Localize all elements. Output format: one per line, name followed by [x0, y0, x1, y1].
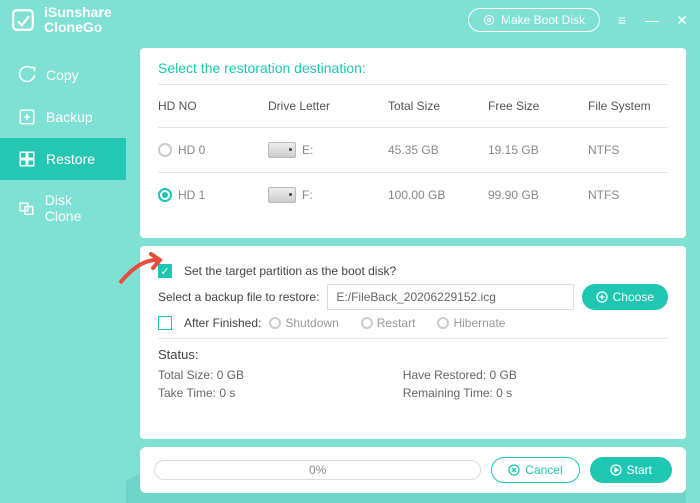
- app-logo: iSunshare CloneGo: [10, 5, 112, 36]
- app-name: iSunshare CloneGo: [44, 5, 112, 36]
- radio-icon[interactable]: [158, 143, 172, 157]
- opt-label: Hibernate: [453, 316, 505, 330]
- restart-option[interactable]: Restart: [361, 316, 416, 330]
- status-restored: Have Restored: 0 GB: [403, 366, 648, 384]
- minimize-button[interactable]: —: [644, 12, 660, 28]
- drive-letter: F:: [302, 188, 313, 202]
- drive-icon: [268, 142, 296, 158]
- after-finished-checkbox[interactable]: [158, 316, 172, 330]
- cancel-label: Cancel: [525, 463, 562, 477]
- shutdown-option[interactable]: Shutdown: [269, 316, 338, 330]
- status-grid: Total Size: 0 GB Have Restored: 0 GB Tak…: [158, 366, 668, 402]
- total-size: 45.35 GB: [388, 143, 488, 157]
- sidebar-item-restore[interactable]: Restore: [0, 138, 126, 180]
- col-drive: Drive Letter: [268, 99, 388, 113]
- titlebar: iSunshare CloneGo Make Boot Disk ≡ — ✕: [0, 0, 700, 40]
- sidebar-item-label: Disk Clone: [45, 192, 108, 224]
- progress-bar: 0%: [154, 460, 481, 480]
- sidebar-item-disk-clone[interactable]: Disk Clone: [0, 180, 126, 236]
- cancel-button[interactable]: Cancel: [491, 457, 579, 483]
- after-finished-label: After Finished:: [184, 316, 261, 330]
- start-label: Start: [627, 463, 652, 477]
- sidebar-item-label: Backup: [46, 109, 93, 125]
- logo-icon: [10, 7, 36, 33]
- select-backup-label: Select a backup file to restore:: [158, 290, 319, 304]
- status-remaining: Remaining Time: 0 s: [403, 384, 648, 402]
- hd-label: HD 1: [178, 188, 205, 202]
- col-fs: File System: [588, 99, 668, 113]
- copy-icon: [18, 66, 36, 84]
- bottom-bar: 0% Cancel Start: [140, 447, 686, 493]
- hd-label: HD 0: [178, 143, 205, 157]
- hibernate-option[interactable]: Hibernate: [437, 316, 505, 330]
- file-system: NTFS: [588, 188, 668, 202]
- drive-letter: E:: [302, 143, 313, 157]
- free-size: 99.90 GB: [488, 188, 588, 202]
- sidebar-item-backup[interactable]: Backup: [0, 96, 126, 138]
- radio-icon: [269, 317, 281, 329]
- clone-icon: [18, 199, 35, 217]
- opt-label: Restart: [377, 316, 416, 330]
- col-hdno: HD NO: [158, 99, 268, 113]
- total-size: 100.00 GB: [388, 188, 488, 202]
- opt-label: Shutdown: [285, 316, 338, 330]
- annotation-arrow-icon: [115, 248, 175, 288]
- sidebar-item-copy[interactable]: Copy: [0, 54, 126, 96]
- choose-label: Choose: [613, 290, 654, 304]
- radio-icon[interactable]: [158, 188, 172, 202]
- plus-icon: [596, 291, 608, 303]
- status-title: Status:: [158, 347, 668, 362]
- drive-icon: [268, 187, 296, 203]
- col-total: Total Size: [388, 99, 488, 113]
- backup-icon: [18, 108, 36, 126]
- options-panel: ✓ Set the target partition as the boot d…: [140, 246, 686, 439]
- boot-disk-label: Set the target partition as the boot dis…: [184, 264, 396, 278]
- table-row[interactable]: HD 1 F: 100.00 GB 99.90 GB NTFS: [158, 177, 668, 213]
- sidebar-item-label: Restore: [46, 151, 95, 167]
- cancel-icon: [508, 464, 520, 476]
- free-size: 19.15 GB: [488, 143, 588, 157]
- progress-label: 0%: [309, 463, 326, 477]
- sidebar: Copy Backup Restore Disk Clone: [0, 40, 126, 503]
- start-button[interactable]: Start: [590, 457, 672, 483]
- choose-button[interactable]: Choose: [582, 284, 668, 310]
- radio-icon: [437, 317, 449, 329]
- status-total: Total Size: 0 GB: [158, 366, 403, 384]
- make-boot-disk-button[interactable]: Make Boot Disk: [468, 8, 600, 32]
- menu-button[interactable]: ≡: [614, 12, 630, 28]
- table-header: HD NO Drive Letter Total Size Free Size …: [158, 89, 668, 123]
- restore-icon: [18, 150, 36, 168]
- disk-icon: [483, 14, 495, 26]
- status-take-time: Take Time: 0 s: [158, 384, 403, 402]
- destination-panel: Select the restoration destination: HD N…: [140, 48, 686, 238]
- make-boot-label: Make Boot Disk: [501, 13, 585, 27]
- panel-title: Select the restoration destination:: [158, 60, 668, 76]
- radio-icon: [361, 317, 373, 329]
- col-free: Free Size: [488, 99, 588, 113]
- close-button[interactable]: ✕: [674, 12, 690, 29]
- table-row[interactable]: HD 0 E: 45.35 GB 19.15 GB NTFS: [158, 132, 668, 168]
- play-icon: [610, 464, 622, 476]
- file-system: NTFS: [588, 143, 668, 157]
- backup-file-input[interactable]: [327, 284, 573, 310]
- sidebar-item-label: Copy: [46, 67, 79, 83]
